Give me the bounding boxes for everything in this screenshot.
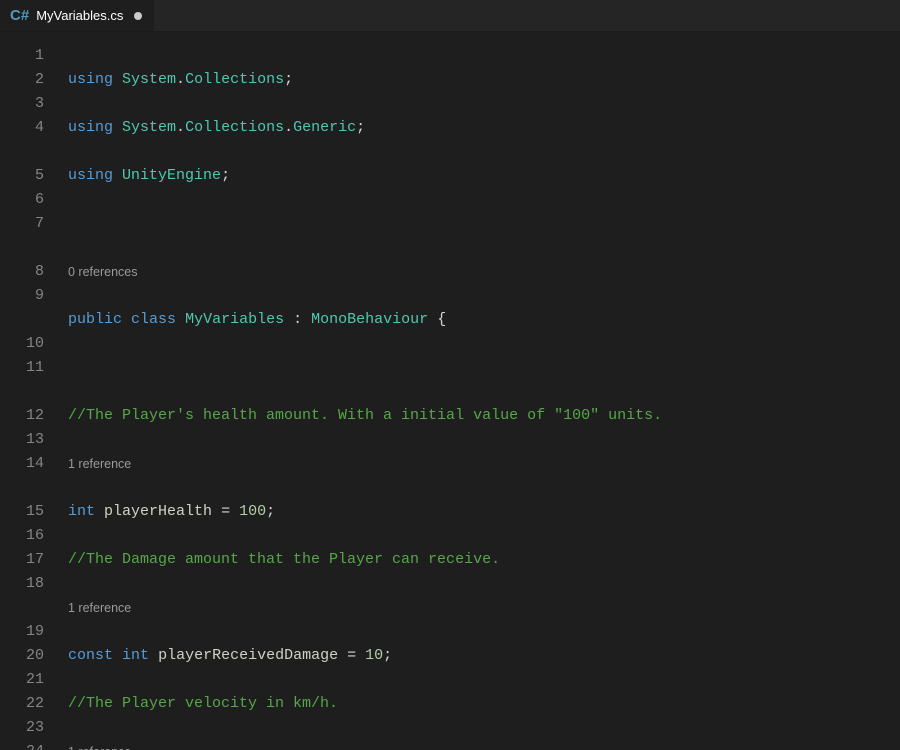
code-line[interactable]: //The Player velocity in km/h. (68, 692, 900, 716)
line-number: 14 (0, 452, 44, 476)
codelens-references[interactable]: 0 references (68, 260, 900, 284)
csharp-file-icon: C# (10, 7, 29, 24)
codelens-references[interactable]: 1 reference (68, 452, 900, 476)
line-number (0, 596, 44, 620)
codelens-references[interactable]: 1 reference (68, 596, 900, 620)
line-number: 8 (0, 260, 44, 284)
line-number (0, 380, 44, 404)
line-number: 21 (0, 668, 44, 692)
line-number: 22 (0, 692, 44, 716)
code-line[interactable]: using System.Collections.Generic; (68, 116, 900, 140)
line-number: 24 (0, 740, 44, 750)
line-number: 5 (0, 164, 44, 188)
line-number: 11 (0, 356, 44, 380)
line-number: 9 (0, 284, 44, 308)
code-line[interactable] (68, 356, 900, 380)
code-editor[interactable]: 1 2 3 4 5 6 7 8 9 10 11 12 13 14 15 16 1… (0, 32, 900, 750)
code-line[interactable]: //The Damage amount that the Player can … (68, 548, 900, 572)
line-number: 12 (0, 404, 44, 428)
tab-filename: MyVariables.cs (36, 8, 123, 23)
line-number: 6 (0, 188, 44, 212)
line-number: 23 (0, 716, 44, 740)
code-line[interactable]: using System.Collections; (68, 68, 900, 92)
codelens-line: 1 reference (68, 596, 900, 620)
code-line[interactable]: //The Player's health amount. With a ini… (68, 404, 900, 428)
unsaved-indicator-icon (134, 12, 142, 20)
codelens-line: 0 references (68, 260, 900, 284)
line-number (0, 308, 44, 332)
code-line[interactable]: using UnityEngine; (68, 164, 900, 188)
line-number: 16 (0, 524, 44, 548)
codelens-line: 1 reference (68, 452, 900, 476)
line-number: 10 (0, 332, 44, 356)
tab-bar: C# MyVariables.cs (0, 0, 900, 32)
line-number: 7 (0, 212, 44, 236)
line-number: 13 (0, 428, 44, 452)
code-area[interactable]: using System.Collections; using System.C… (58, 32, 900, 750)
line-number: 3 (0, 92, 44, 116)
line-number (0, 140, 44, 164)
editor-tab[interactable]: C# MyVariables.cs (0, 0, 155, 31)
line-number: 20 (0, 644, 44, 668)
line-number: 4 (0, 116, 44, 140)
line-number: 18 (0, 572, 44, 596)
code-line[interactable]: const int playerReceivedDamage = 10; (68, 644, 900, 668)
line-number: 17 (0, 548, 44, 572)
line-number-gutter: 1 2 3 4 5 6 7 8 9 10 11 12 13 14 15 16 1… (0, 32, 58, 750)
line-number: 1 (0, 44, 44, 68)
line-number (0, 476, 44, 500)
line-number (0, 236, 44, 260)
code-line[interactable] (68, 212, 900, 236)
code-line[interactable]: int playerHealth = 100; (68, 500, 900, 524)
line-number: 19 (0, 620, 44, 644)
line-number: 15 (0, 500, 44, 524)
codelens-references[interactable]: 1 reference (68, 740, 900, 750)
codelens-line: 1 reference (68, 740, 900, 750)
code-line[interactable]: public class MyVariables : MonoBehaviour… (68, 308, 900, 332)
line-number: 2 (0, 68, 44, 92)
